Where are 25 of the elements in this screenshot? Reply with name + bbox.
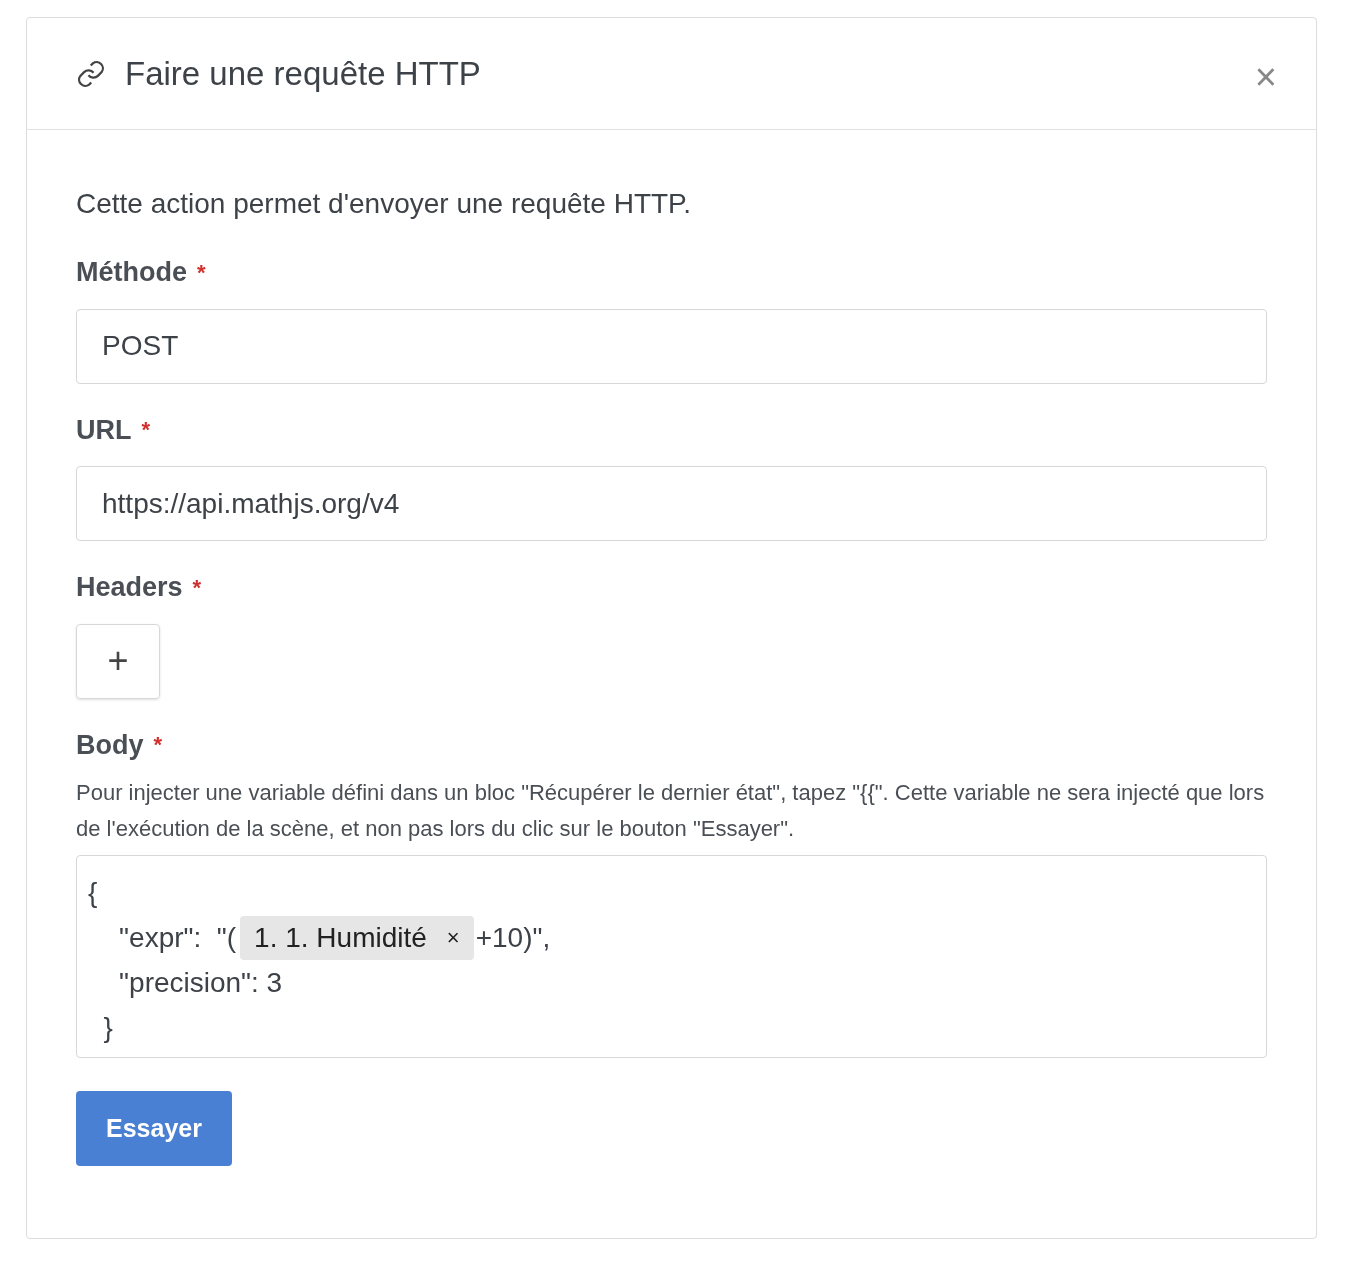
text-field[interactable]: POST (76, 308, 1267, 384)
tag-label: 1. 1. Humidité (254, 920, 427, 955)
field-label: Body (76, 728, 144, 762)
description: Cette action permet d'envoyer une requête HTTP. (76, 187, 692, 221)
code-text: "expr": "( (118, 920, 237, 955)
required-mark: * (197, 258, 206, 287)
code-text: } (102, 1010, 113, 1045)
code-text: +10)", (475, 920, 551, 955)
field-label: Headers (76, 571, 183, 604)
remove-button[interactable]: × (446, 926, 460, 949)
required-mark: * (141, 416, 151, 445)
code-text: "precision": 3 (118, 965, 283, 1000)
field-label: Méthode (76, 256, 187, 289)
field-label: URL (76, 413, 132, 447)
try-button[interactable]: Essayer (76, 1091, 232, 1166)
body-editor[interactable]: { "expr": "( 1. 1. Humidité × +10)", "precision": 3 } (76, 855, 1267, 1058)
close-button[interactable]: × (1254, 57, 1277, 96)
hint-text: Pour injecter une variable défini dans un bloc "Récupérer le dernier état", tapez "{{". Cette variable ne sera injecté que lors de l'exécution de la scène, et non pas lors du clic sur le bouton "Essayer". (76, 779, 1266, 843)
required-mark: * (192, 573, 202, 602)
code-text: { (88, 875, 98, 910)
add-button[interactable]: + (76, 623, 160, 699)
dialog-title: Faire une requête HTTP (125, 53, 481, 94)
link-icon (76, 58, 106, 89)
text-field[interactable]: https://api.mathjs.org/v4 (76, 466, 1267, 541)
required-mark: * (153, 731, 163, 760)
